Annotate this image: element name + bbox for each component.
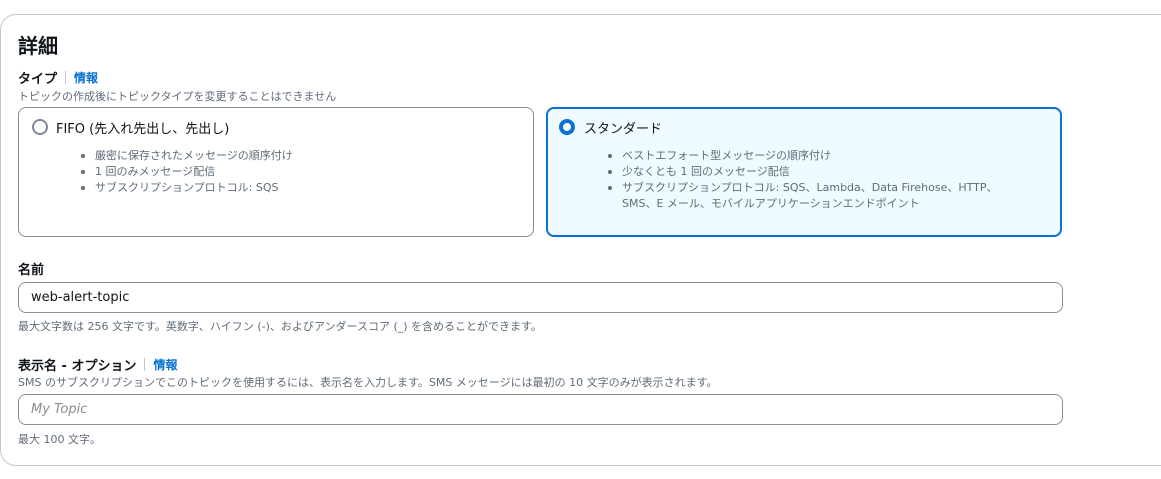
display-name-label: 表示名 - オプション bbox=[18, 359, 137, 374]
display-name-hint: 最大 100 文字。 bbox=[18, 433, 101, 446]
list-item: サブスクリプションプロトコル: SQS bbox=[81, 180, 293, 196]
tile-standard-bullets: ベストエフォート型メッセージの順序付け 少なくとも 1 回のメッセージ配信 サブ… bbox=[608, 148, 1028, 212]
tile-standard[interactable]: スタンダード ベストエフォート型メッセージの順序付け 少なくとも 1 回のメッセ… bbox=[546, 107, 1062, 237]
radio-fifo[interactable] bbox=[32, 119, 48, 135]
tile-standard-label: スタンダード bbox=[584, 122, 663, 137]
type-description: トピックの作成後にトピックタイプを変更することはできません bbox=[18, 90, 337, 103]
list-item: ベストエフォート型メッセージの順序付け bbox=[608, 148, 1028, 164]
display-name-description: SMS のサブスクリプションでこのトピックを使用するには、表示名を入力します。S… bbox=[18, 376, 718, 389]
list-item: 厳密に保存されたメッセージの順序付け bbox=[81, 148, 293, 164]
name-label: 名前 bbox=[18, 263, 45, 278]
type-label-row: タイプ 情報 bbox=[18, 68, 98, 87]
tile-fifo-label: FIFO (先入れ先出し、先出し) bbox=[56, 122, 230, 137]
list-item: 1 回のみメッセージ配信 bbox=[81, 164, 293, 180]
radio-standard[interactable] bbox=[559, 119, 575, 135]
name-input[interactable] bbox=[18, 282, 1063, 313]
section-title: 詳細 bbox=[18, 34, 58, 58]
display-name-info-link[interactable]: 情報 bbox=[153, 356, 177, 373]
list-item: 少なくとも 1 回のメッセージ配信 bbox=[608, 164, 1028, 180]
name-label-row: 名前 bbox=[18, 259, 44, 278]
label-divider bbox=[65, 71, 67, 84]
display-name-label-row: 表示名 - オプション 情報 bbox=[18, 355, 177, 374]
list-item: サブスクリプションプロトコル: SQS、Lambda、Data Firehose… bbox=[608, 180, 1028, 212]
tile-fifo-bullets: 厳密に保存されたメッセージの順序付け 1 回のみメッセージ配信 サブスクリプショ… bbox=[81, 148, 293, 196]
name-hint: 最大文字数は 256 文字です。英数字、ハイフン (-)、およびアンダースコア … bbox=[18, 320, 542, 333]
type-label: タイプ bbox=[18, 72, 58, 87]
display-name-input[interactable] bbox=[18, 394, 1063, 425]
label-divider bbox=[144, 358, 146, 371]
type-info-link[interactable]: 情報 bbox=[74, 69, 98, 86]
tile-fifo[interactable]: FIFO (先入れ先出し、先出し) 厳密に保存されたメッセージの順序付け 1 回… bbox=[18, 107, 534, 237]
